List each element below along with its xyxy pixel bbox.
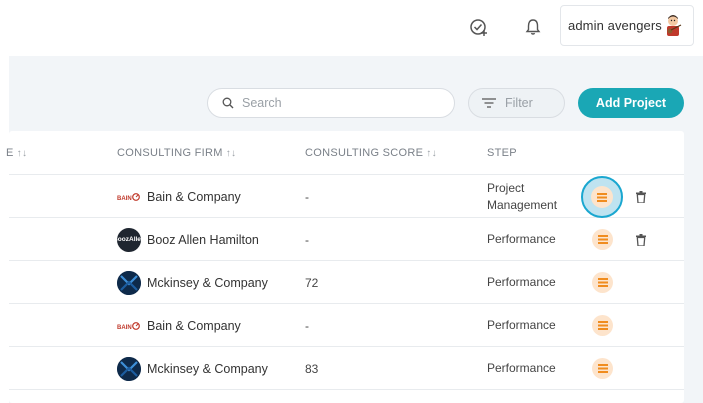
firm-name: Mckinsey & Company	[147, 361, 268, 376]
check-plus-icon[interactable]	[466, 14, 492, 40]
list-button[interactable]	[592, 315, 613, 336]
step-line: Project	[487, 180, 525, 195]
add-project-button[interactable]: Add Project	[578, 88, 684, 118]
bain-logo: BAIN	[117, 185, 141, 209]
firm-name: Booz Allen Hamilton	[147, 232, 259, 247]
score-cell: -	[305, 232, 309, 247]
firm-cell: Booz Allen Booz Allen Hamilton	[113, 218, 259, 261]
step-cell: Performance	[487, 232, 556, 246]
projects-table: E ↑↓ CONSULTING FIRM ↑↓ CONSULTING SCORE ↑↓…	[6, 131, 684, 403]
score-cell: -	[305, 318, 309, 333]
right-gutter	[684, 56, 703, 403]
bain-logo: BAIN	[117, 314, 141, 338]
firm-cell: BAIN Bain & Company	[117, 175, 241, 218]
user-menu[interactable]: admin avengers	[560, 5, 694, 46]
column-header-partial-label: E	[6, 147, 14, 159]
list-button[interactable]	[581, 176, 623, 218]
table-row[interactable]: Booz Allen Booz Allen Hamilton - Performa…	[9, 218, 684, 261]
score-cell: 83	[305, 361, 319, 376]
sort-icon: ↑↓	[225, 148, 237, 159]
user-name: admin avengers	[568, 18, 662, 33]
svg-text:BAIN: BAIN	[117, 196, 132, 202]
sort-icon: ↑↓	[426, 148, 437, 159]
filter-label: Filter	[505, 96, 533, 110]
mckinsey-logo	[117, 356, 141, 381]
filter-icon	[482, 98, 496, 108]
column-header-score-label: CONSULTING SCORE	[305, 147, 424, 159]
firm-cell: BAIN Bain & Company	[117, 304, 241, 347]
list-button[interactable]	[592, 229, 613, 250]
table-row[interactable]: Mckinsey & Company 83 Performance	[9, 347, 684, 390]
search-box[interactable]	[207, 88, 455, 118]
search-input[interactable]	[242, 96, 442, 110]
svg-text:BAIN: BAIN	[117, 325, 132, 331]
step-cell: Performance	[487, 275, 556, 289]
step-cell: Project Management	[487, 175, 557, 218]
firm-name: Mckinsey & Company	[147, 275, 268, 290]
list-icon	[597, 364, 608, 373]
step-cell: Performance	[487, 361, 556, 375]
filter-button[interactable]: Filter	[468, 88, 565, 118]
column-header-step: STEP	[487, 147, 517, 159]
mckinsey-logo	[117, 270, 141, 295]
trash-icon[interactable]	[634, 232, 648, 248]
score-cell: 72	[305, 275, 319, 290]
score-cell: -	[305, 189, 309, 204]
column-header-firm-label: CONSULTING FIRM	[117, 147, 223, 159]
table-row[interactable]: BAIN Bain & Company - Project Management	[9, 175, 684, 218]
column-header-partial[interactable]: E ↑↓	[6, 147, 27, 159]
column-header-score[interactable]: CONSULTING SCORE ↑↓	[305, 147, 437, 159]
firm-name: Bain & Company	[147, 189, 241, 204]
column-header-firm[interactable]: CONSULTING FIRM ↑↓	[117, 147, 236, 159]
list-icon	[597, 235, 608, 244]
booz-allen-logo: Booz Allen	[113, 227, 145, 252]
step-cell: Performance	[487, 318, 556, 332]
bell-icon[interactable]	[520, 14, 546, 40]
list-icon	[597, 278, 608, 287]
step-line: Management	[487, 197, 558, 212]
trash-icon[interactable]	[634, 189, 648, 205]
top-bar: admin avengers	[0, 0, 703, 56]
table-header: E ↑↓ CONSULTING FIRM ↑↓ CONSULTING SCORE ↑↓…	[6, 131, 684, 175]
firm-name: Bain & Company	[147, 318, 241, 333]
list-button[interactable]	[592, 272, 613, 293]
firm-cell: Mckinsey & Company	[117, 261, 268, 304]
avatar[interactable]	[659, 12, 687, 40]
firm-cell: Mckinsey & Company	[117, 347, 268, 390]
table-row[interactable]: BAIN Bain & Company - Performance	[9, 304, 684, 347]
list-icon	[597, 192, 607, 202]
sort-icon: ↑↓	[16, 148, 28, 159]
list-button[interactable]	[592, 358, 613, 379]
table-row[interactable]: Mckinsey & Company 72 Performance	[9, 261, 684, 304]
search-icon	[222, 97, 234, 109]
list-icon	[597, 321, 608, 330]
